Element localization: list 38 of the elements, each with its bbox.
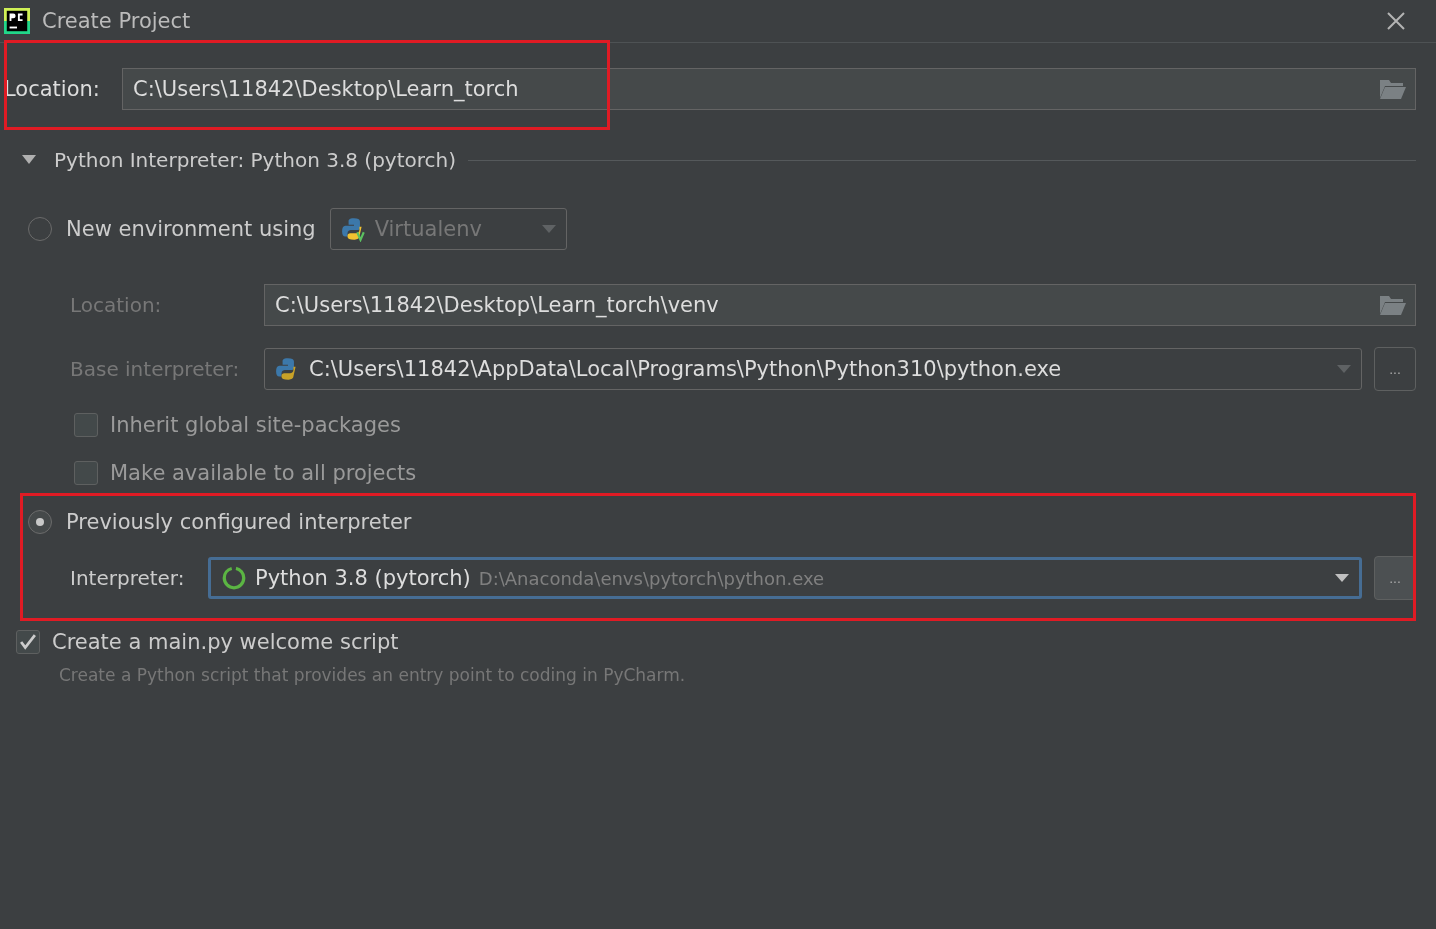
radio-button[interactable]: [28, 510, 52, 534]
venv-location-field[interactable]: C:\Users\11842\Desktop\Learn_torch\venv: [264, 284, 1416, 326]
window-title: Create Project: [42, 9, 192, 33]
venv-location-label: Location:: [70, 293, 163, 317]
folder-icon[interactable]: [1379, 78, 1407, 100]
app-logo-icon: [4, 8, 30, 34]
base-interpreter-label: Base interpreter:: [70, 357, 241, 381]
browse-button[interactable]: ...: [1374, 347, 1416, 391]
location-label: Location:: [4, 77, 101, 101]
previous-interpreter-label: Previously configured interpreter: [66, 510, 412, 534]
loading-ring-icon: [221, 565, 247, 591]
welcome-script-description: Create a Python script that provides an entry point to coding in PyCharm.: [58, 665, 687, 685]
caret-icon: [1335, 574, 1349, 582]
section-title[interactable]: Python Interpreter: Python 3.8 (pytorch): [54, 148, 457, 172]
venv-location-value: C:\Users\11842\Desktop\Learn_torch\venv: [275, 293, 720, 317]
close-icon: [1386, 11, 1406, 31]
interpreter-path: D:\Anaconda\envs\pytorch\python.exe: [478, 567, 825, 589]
checkbox-label: Inherit global site-packages: [110, 413, 401, 437]
radio-button[interactable]: [28, 217, 52, 241]
close-button[interactable]: [1386, 11, 1406, 31]
folder-icon[interactable]: [1379, 294, 1407, 316]
interpreter-dropdown[interactable]: Python 3.8 (pytorch) D:\Anaconda\envs\pytorch\python.exe: [208, 557, 1362, 599]
caret-icon: [541, 225, 556, 233]
location-value: C:\Users\11842\Desktop\Learn_torch: [133, 77, 520, 101]
location-field[interactable]: C:\Users\11842\Desktop\Learn_torch: [122, 68, 1416, 110]
python-icon: [340, 216, 367, 242]
new-environment-label: New environment using: [66, 217, 316, 241]
checkbox[interactable]: [16, 630, 40, 654]
checkbox[interactable]: [74, 461, 98, 485]
interpreter-name: Python 3.8 (pytorch): [255, 566, 471, 590]
caret-icon: [1337, 365, 1351, 373]
checkbox[interactable]: [74, 413, 98, 437]
interpreter-label: Interpreter:: [70, 566, 186, 590]
collapse-arrow-icon[interactable]: [22, 155, 36, 165]
browse-button[interactable]: ...: [1374, 556, 1416, 600]
checkbox-label: Make available to all projects: [110, 461, 417, 485]
welcome-script-label: Create a main.py welcome script: [52, 630, 399, 654]
base-interpreter-dropdown[interactable]: C:\Users\11842\AppData\Local\Programs\Python\Python310\python.exe: [264, 348, 1362, 390]
